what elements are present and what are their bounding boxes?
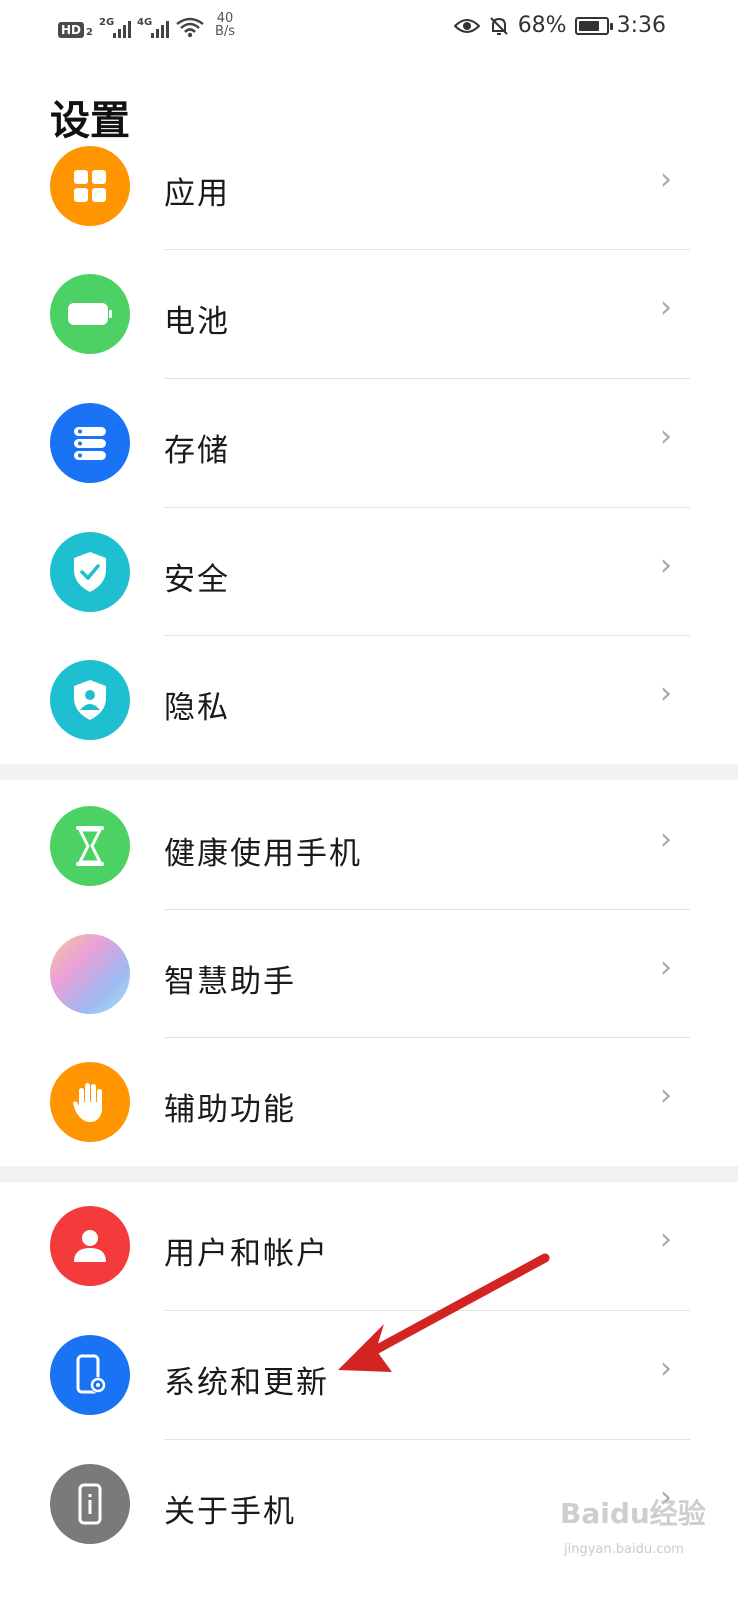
apps-icon	[50, 146, 130, 226]
status-right: 68% 3:36	[453, 13, 666, 38]
divider	[164, 378, 690, 379]
divider	[164, 909, 690, 910]
status-bar: HD 2 2G 4G 40 B/s 68% 3:36	[0, 0, 738, 60]
settings-item-apps[interactable]: 应用 ›	[0, 120, 738, 248]
status-left: HD 2 2G 4G 40 B/s	[58, 12, 235, 38]
chevron-right-icon: ›	[660, 162, 672, 197]
battery-icon	[50, 274, 130, 354]
settings-item-label: 关于手机	[164, 1494, 296, 1530]
watermark-logo: Baidu经验	[560, 1497, 706, 1530]
battery-icon	[574, 16, 613, 35]
divider	[164, 635, 690, 636]
chevron-right-icon: ›	[660, 548, 672, 583]
settings-item-label: 应用	[164, 176, 230, 212]
network-type-4g: 4G	[136, 17, 153, 28]
section-separator	[0, 764, 738, 780]
chevron-right-icon: ›	[660, 1222, 672, 1257]
privacy-icon	[50, 660, 130, 740]
sim-number: 2	[86, 27, 93, 38]
chevron-right-icon: ›	[660, 950, 672, 985]
chevron-right-icon: ›	[660, 822, 672, 857]
network-type-2g: 2G	[98, 17, 115, 28]
divider	[164, 1037, 690, 1038]
settings-item-assistant[interactable]: 智慧助手 ›	[0, 910, 738, 1038]
chevron-right-icon: ›	[660, 419, 672, 454]
chevron-right-icon: ›	[660, 1078, 672, 1113]
settings-item-label: 系统和更新	[164, 1365, 329, 1401]
battery-percent: 68%	[517, 13, 567, 38]
divider	[164, 249, 690, 250]
settings-item-label: 安全	[164, 562, 230, 598]
settings-item-label: 健康使用手机	[164, 836, 362, 872]
net-speed: 40 B/s	[215, 12, 235, 38]
shield-check-icon	[50, 532, 130, 612]
chevron-right-icon: ›	[660, 1351, 672, 1386]
section-separator	[0, 1166, 738, 1182]
settings-item-label: 电池	[164, 304, 230, 340]
settings-item-privacy[interactable]: 隐私 ›	[0, 636, 738, 764]
settings-item-storage[interactable]: 存储 ›	[0, 379, 738, 507]
phone-info-icon	[50, 1464, 130, 1544]
system-update-icon	[50, 1335, 130, 1415]
chevron-right-icon: ›	[660, 676, 672, 711]
assistant-icon	[50, 934, 130, 1014]
settings-item-digital-balance[interactable]: 健康使用手机 ›	[0, 780, 738, 908]
settings-item-label: 用户和帐户	[164, 1236, 329, 1272]
settings-item-accessibility[interactable]: 辅助功能 ›	[0, 1038, 738, 1166]
bell-off-icon	[489, 16, 508, 35]
settings-item-label: 存储	[164, 433, 230, 469]
settings-item-system-updates[interactable]: 系统和更新 ›	[0, 1311, 738, 1439]
settings-item-battery[interactable]: 电池 ›	[0, 250, 738, 378]
storage-icon	[50, 403, 130, 483]
settings-item-security[interactable]: 安全 ›	[0, 508, 738, 636]
wifi-icon	[176, 17, 204, 38]
net-speed-unit: B/s	[214, 24, 236, 39]
chevron-right-icon: ›	[660, 290, 672, 325]
hand-icon	[50, 1062, 130, 1142]
user-icon	[50, 1206, 130, 1286]
settings-item-label: 智慧助手	[164, 964, 296, 1000]
watermark-url: jingyan.baidu.com	[564, 1542, 684, 1557]
hd-icon: HD	[58, 22, 85, 38]
divider	[164, 1310, 690, 1311]
signal-icon: 4G	[137, 17, 169, 38]
settings-item-label: 辅助功能	[164, 1092, 296, 1128]
eye-icon	[453, 18, 480, 33]
divider	[164, 1439, 690, 1440]
divider	[164, 507, 690, 508]
hourglass-icon	[50, 806, 130, 886]
clock: 3:36	[616, 13, 666, 38]
signal-icon: 2G	[99, 17, 131, 38]
settings-item-label: 隐私	[164, 690, 230, 726]
settings-item-users-accounts[interactable]: 用户和帐户 ›	[0, 1182, 738, 1310]
